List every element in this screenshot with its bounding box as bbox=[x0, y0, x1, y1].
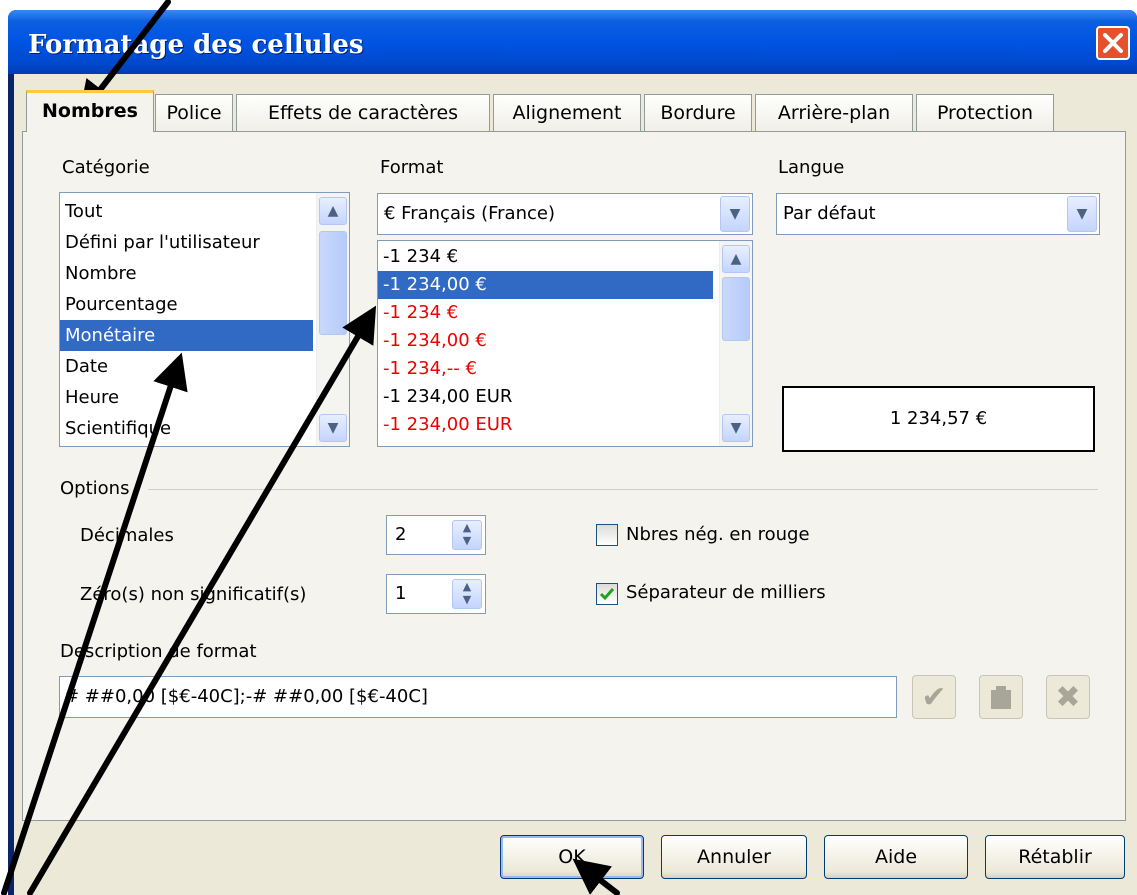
arrow-to-monetaire bbox=[1, 352, 188, 895]
tab-nombres[interactable]: Nombres bbox=[26, 90, 154, 132]
annotation-arrows bbox=[1, 0, 620, 895]
arrow-to-format-item bbox=[27, 305, 377, 895]
arrow-to-ok bbox=[572, 858, 620, 895]
